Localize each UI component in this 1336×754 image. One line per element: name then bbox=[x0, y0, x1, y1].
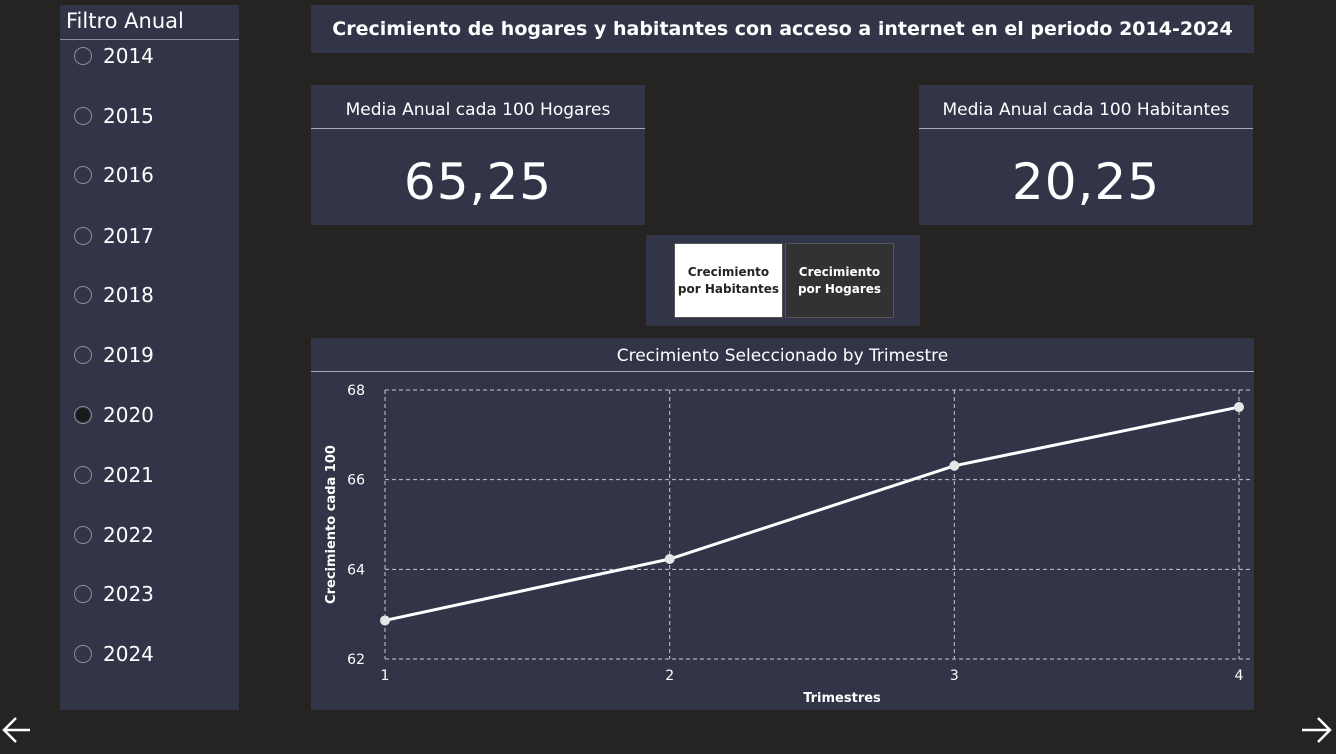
filter-divider bbox=[60, 39, 239, 40]
year-option-2015[interactable]: 2015 bbox=[74, 101, 154, 131]
radio-icon[interactable] bbox=[74, 406, 92, 424]
year-label: 2024 bbox=[103, 642, 154, 666]
radio-icon[interactable] bbox=[74, 47, 92, 65]
growth-habitantes-button[interactable]: Crecimiento por Habitantes bbox=[674, 243, 783, 318]
arrow-left-icon bbox=[2, 717, 30, 743]
y-tick-label: 64 bbox=[347, 562, 365, 578]
year-filter-panel: Filtro Anual 2014 2015 2016 2017 2018 2019 202… bbox=[60, 5, 239, 710]
data-point bbox=[664, 554, 675, 565]
y-tick-label: 62 bbox=[347, 652, 365, 668]
y-axis-label: Crecimiento cada 100 bbox=[324, 445, 339, 604]
year-option-2022[interactable]: 2022 bbox=[74, 520, 154, 550]
page-header: Crecimiento de hogares y habitantes con … bbox=[311, 5, 1254, 53]
radio-icon[interactable] bbox=[74, 346, 92, 364]
x-tick-label: 2 bbox=[665, 668, 674, 684]
data-point bbox=[949, 460, 960, 471]
data-point bbox=[380, 615, 390, 626]
year-option-2014[interactable]: 2014 bbox=[74, 41, 154, 71]
year-label: 2021 bbox=[103, 463, 154, 487]
arrow-right-icon bbox=[1302, 717, 1332, 743]
year-option-2017[interactable]: 2017 bbox=[74, 221, 154, 251]
prev-page-button[interactable] bbox=[0, 710, 36, 750]
year-option-2023[interactable]: 2023 bbox=[74, 579, 154, 609]
filter-title: Filtro Anual bbox=[66, 9, 184, 33]
kpi-hogares-value: 65,25 bbox=[403, 153, 553, 211]
kpi-habitantes-value: 20,25 bbox=[1011, 153, 1161, 211]
growth-toggle: Crecimiento por Habitantes Crecimiento por… bbox=[646, 235, 920, 326]
chart-plot: 62 64 66 68 1 2 3 4 Trimestres Crecimiento cada 1… bbox=[324, 383, 1251, 706]
radio-icon[interactable] bbox=[74, 107, 92, 125]
y-tick-label: 66 bbox=[347, 473, 365, 489]
habitantes-button-line2: por Habitantes bbox=[677, 281, 780, 296]
radio-icon[interactable] bbox=[74, 286, 92, 304]
year-option-2021[interactable]: 2021 bbox=[74, 460, 154, 490]
radio-icon[interactable] bbox=[74, 227, 92, 245]
year-label: 2018 bbox=[103, 283, 154, 307]
radio-icon[interactable] bbox=[74, 166, 92, 184]
hogares-button-line2: por Hogares bbox=[797, 281, 882, 296]
year-label: 2017 bbox=[103, 224, 154, 248]
year-option-2019[interactable]: 2019 bbox=[74, 340, 154, 370]
x-tick-label: 3 bbox=[950, 668, 959, 684]
hogares-button-line1: Crecimiento bbox=[798, 264, 881, 279]
y-tick-label: 68 bbox=[347, 383, 365, 399]
year-label: 2023 bbox=[103, 582, 154, 606]
kpi-card-habitantes: Media Anual cada 100 Habitantes 20,25 bbox=[919, 85, 1253, 225]
year-label: 2022 bbox=[103, 523, 154, 547]
kpi-habitantes-divider bbox=[919, 128, 1253, 129]
year-label: 2020 bbox=[103, 403, 154, 427]
x-axis-label: Trimestres bbox=[803, 691, 881, 706]
year-label: 2015 bbox=[103, 104, 154, 128]
radio-icon[interactable] bbox=[74, 466, 92, 484]
series-line bbox=[384, 405, 1240, 622]
kpi-habitantes-label: Media Anual cada 100 Habitantes bbox=[942, 100, 1230, 120]
year-label: 2016 bbox=[103, 163, 154, 187]
year-option-2024[interactable]: 2024 bbox=[74, 639, 154, 669]
radio-icon[interactable] bbox=[74, 585, 92, 603]
x-tick-label: 4 bbox=[1235, 668, 1244, 684]
growth-line-chart: Crecimiento Seleccionado by Trimestre 62… bbox=[311, 338, 1254, 710]
x-tick-label: 1 bbox=[381, 668, 390, 684]
kpi-hogares-label: Media Anual cada 100 Hogares bbox=[345, 100, 611, 120]
next-page-button[interactable] bbox=[1298, 710, 1334, 750]
kpi-card-hogares: Media Anual cada 100 Hogares 65,25 bbox=[311, 85, 645, 225]
data-point bbox=[1234, 402, 1244, 413]
kpi-hogares-divider bbox=[311, 128, 645, 129]
year-option-2018[interactable]: 2018 bbox=[74, 280, 154, 310]
year-label: 2019 bbox=[103, 343, 154, 367]
growth-hogares-button[interactable]: Crecimiento por Hogares bbox=[785, 243, 894, 318]
year-option-2016[interactable]: 2016 bbox=[74, 160, 154, 190]
year-label: 2014 bbox=[103, 44, 154, 68]
radio-dot bbox=[76, 408, 90, 422]
habitantes-button-line1: Crecimiento bbox=[687, 264, 770, 279]
radio-icon[interactable] bbox=[74, 526, 92, 544]
year-option-2020[interactable]: 2020 bbox=[74, 400, 154, 430]
page-title: Crecimiento de hogares y habitantes con … bbox=[332, 18, 1233, 40]
radio-icon[interactable] bbox=[74, 645, 92, 663]
